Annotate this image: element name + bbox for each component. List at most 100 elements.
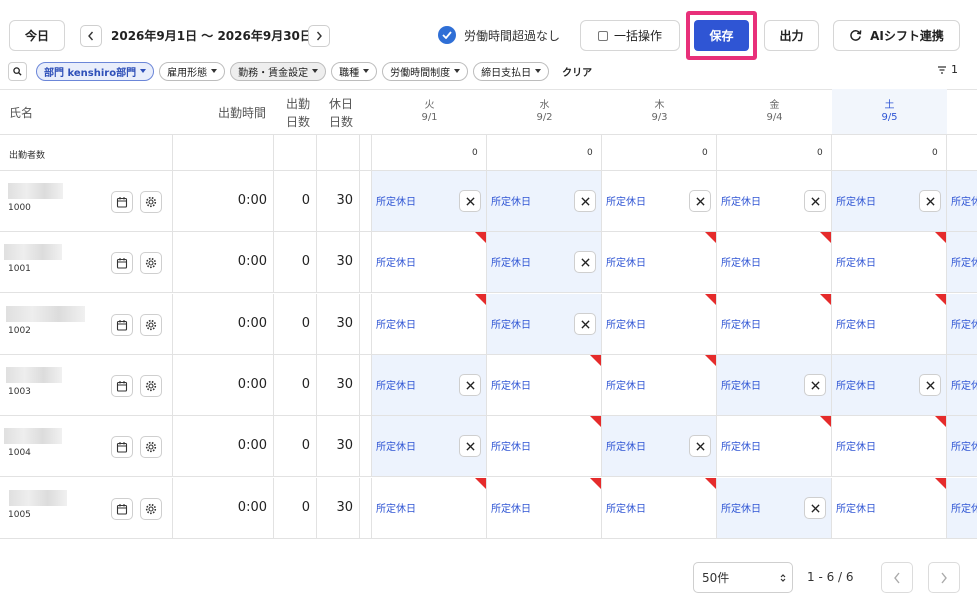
sort-indicator[interactable]: 1	[937, 63, 958, 76]
shift-cell[interactable]: 所定休日	[832, 478, 947, 539]
next-page-button[interactable]	[928, 562, 960, 593]
filter-chip[interactable]: 締日支払日	[473, 61, 550, 81]
filter-chip[interactable]: 雇用形態	[159, 61, 226, 81]
filter-chip[interactable]: 労働時間制度	[382, 61, 469, 81]
employee-settings-button[interactable]	[140, 498, 162, 520]
shift-cell[interactable]: 所定休日	[602, 416, 717, 477]
shift-cell-label: 所定休日	[721, 442, 761, 453]
shift-cell[interactable]: 所定休日	[602, 171, 717, 232]
filter-chip[interactable]: 職種	[331, 61, 378, 81]
shift-cell[interactable]: 所定休日	[832, 294, 947, 355]
employee-calendar-button[interactable]	[111, 498, 133, 520]
shift-cell[interactable]: 所定休日	[717, 171, 832, 232]
shift-cell[interactable]: 所定休日	[602, 294, 717, 355]
shift-cell[interactable]: 所定休日	[717, 416, 832, 477]
shift-cell[interactable]: 所定休日	[487, 416, 602, 477]
bulk-operation-button[interactable]: 一括操作	[580, 20, 680, 51]
employee-settings-button[interactable]	[140, 314, 162, 336]
remove-holiday-button[interactable]	[459, 374, 481, 396]
shift-cell[interactable]: 所定休日	[487, 171, 602, 232]
employee-calendar-button[interactable]	[111, 375, 133, 397]
employee-calendar-button[interactable]	[111, 314, 133, 336]
calendar-icon	[116, 258, 128, 269]
shift-cell[interactable]: 所定休日	[832, 416, 947, 477]
remove-holiday-button[interactable]	[919, 374, 941, 396]
flag-corner-icon	[935, 232, 946, 243]
shift-cell[interactable]: 所定休日	[602, 355, 717, 416]
employee-calendar-button[interactable]	[111, 191, 133, 213]
flag-corner-icon	[475, 294, 486, 305]
export-button[interactable]: 出力	[764, 20, 819, 51]
flag-corner-icon	[590, 478, 601, 489]
shift-cell[interactable]: 所定休日	[947, 416, 977, 477]
shift-cell[interactable]: 所定休日	[602, 478, 717, 539]
remove-holiday-button[interactable]	[574, 313, 596, 335]
shift-cell[interactable]: 所定休日	[832, 232, 947, 293]
shift-cell[interactable]: 所定休日	[947, 294, 977, 355]
remove-holiday-button[interactable]	[689, 435, 711, 457]
shift-cell-label: 所定休日	[951, 504, 977, 515]
shift-cell[interactable]: 所定休日	[372, 355, 487, 416]
shift-cell[interactable]: 所定休日	[487, 232, 602, 293]
shift-cell[interactable]: 所定休日	[717, 478, 832, 539]
filter-chip[interactable]: 部門 kenshiro部門	[36, 61, 155, 81]
filter-chip-label: 雇用形態	[167, 67, 208, 79]
shift-cell[interactable]: 所定休日	[947, 171, 977, 232]
shift-cell[interactable]: 所定休日	[832, 355, 947, 416]
shift-cell[interactable]: 所定休日	[717, 294, 832, 355]
shift-cell[interactable]: 所定休日	[487, 355, 602, 416]
ai-shift-button[interactable]: AIシフト連携	[833, 20, 960, 51]
header-offdays-label-2: 日数	[329, 115, 354, 129]
shift-cell[interactable]: 所定休日	[602, 232, 717, 293]
shift-cell[interactable]: 所定休日	[947, 232, 977, 293]
employee-settings-button[interactable]	[140, 252, 162, 274]
filter-chip[interactable]: 勤務・賃金設定	[230, 61, 327, 81]
employee-name-redacted	[4, 428, 62, 444]
employee-calendar-button[interactable]	[111, 436, 133, 458]
clear-filters-link[interactable]: クリア	[562, 64, 592, 79]
shift-cell[interactable]: 所定休日	[717, 355, 832, 416]
employee-settings-button[interactable]	[140, 436, 162, 458]
search-icon	[13, 66, 22, 76]
table-row-spacer-cell	[360, 416, 372, 477]
employee-name-redacted	[8, 183, 63, 199]
today-button[interactable]: 今日	[9, 20, 65, 51]
filter-chips: 部門 kenshiro部門 雇用形態 勤務・賃金設定 職種 労働時間制度 締日支払日	[36, 61, 554, 81]
shift-cell[interactable]: 所定休日	[372, 232, 487, 293]
shift-cell[interactable]: 所定休日	[372, 171, 487, 232]
shift-cell[interactable]: 所定休日	[372, 294, 487, 355]
employee-calendar-button[interactable]	[111, 252, 133, 274]
remove-holiday-button[interactable]	[804, 497, 826, 519]
shift-cell[interactable]: 所定休日	[717, 232, 832, 293]
shift-cell-label: 所定休日	[721, 258, 761, 269]
remove-holiday-button[interactable]	[804, 190, 826, 212]
per-page-value: 50件	[702, 571, 730, 585]
count-cell	[717, 135, 832, 171]
remove-holiday-button[interactable]	[574, 190, 596, 212]
search-button[interactable]	[8, 61, 27, 81]
shift-cell[interactable]: 所定休日	[372, 478, 487, 539]
shift-cell[interactable]: 所定休日	[947, 355, 977, 416]
shift-cell[interactable]: 所定休日	[487, 294, 602, 355]
save-button[interactable]: 保存	[694, 20, 749, 51]
shift-cell[interactable]: 所定休日	[372, 416, 487, 477]
employee-settings-button[interactable]	[140, 191, 162, 213]
shift-cell[interactable]: 所定休日	[487, 478, 602, 539]
employee-settings-button[interactable]	[140, 375, 162, 397]
select-arrows-icon	[780, 573, 786, 582]
remove-holiday-button[interactable]	[459, 435, 481, 457]
remove-holiday-button[interactable]	[919, 190, 941, 212]
remove-holiday-button[interactable]	[804, 374, 826, 396]
remove-holiday-button[interactable]	[689, 190, 711, 212]
employee-id: 1004	[8, 448, 31, 458]
shift-cell[interactable]: 所定休日	[947, 478, 977, 539]
prev-page-button[interactable]	[881, 562, 913, 593]
prev-month-button[interactable]	[80, 25, 102, 47]
remove-holiday-button[interactable]	[574, 251, 596, 273]
remove-holiday-button[interactable]	[459, 190, 481, 212]
employee-work-days: 0	[301, 254, 310, 269]
per-page-select[interactable]: 50件	[693, 562, 793, 593]
next-month-button[interactable]	[308, 25, 330, 47]
overtime-filter-checkbox[interactable]: 労働時間超過なし	[438, 26, 560, 44]
shift-cell[interactable]: 所定休日	[832, 171, 947, 232]
